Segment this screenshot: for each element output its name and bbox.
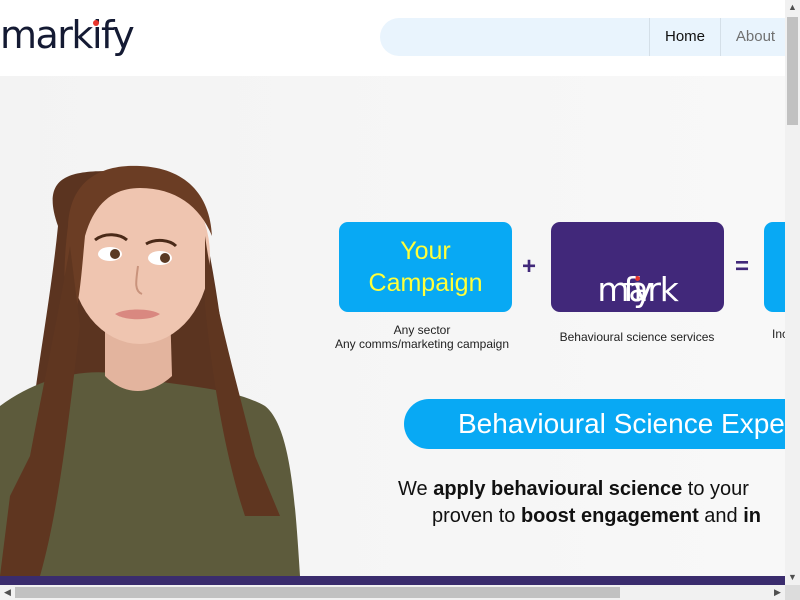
site-header: markify Home About [0, 0, 785, 76]
tagline-line1: We apply behavioural science to your [398, 478, 749, 500]
behavioural-science-pill: Behavioural Science Expe [404, 399, 785, 449]
nav-about-link[interactable]: About [720, 18, 785, 56]
markify-caption: Behavioural science services [559, 330, 715, 344]
result-box [764, 222, 785, 312]
pill-text: Behavioural Science Expe [458, 408, 785, 439]
vertical-scrollbar-thumb[interactable] [787, 17, 798, 125]
hero-bottom-bar [0, 576, 785, 585]
markify-box: mark i fy [551, 222, 724, 312]
scrollbar-corner [785, 585, 800, 600]
nav-home-link[interactable]: Home [649, 18, 720, 56]
campaign-caption-line2: Any comms/marketing campaign [334, 337, 510, 351]
horizontal-scrollbar[interactable] [0, 585, 785, 600]
tagline-line2: proven to boost engagement and in [432, 505, 762, 527]
scroll-right-arrow-icon[interactable]: ▶ [770, 585, 785, 600]
your-campaign-box: Your Campaign [339, 222, 512, 312]
campaign-caption: Any sector Any comms/marketing campaign [322, 323, 522, 351]
campaign-box-line1: Your [400, 237, 451, 265]
scroll-left-arrow-icon[interactable]: ◀ [0, 585, 15, 600]
campaign-box-line2: Campaign [368, 269, 483, 297]
scroll-down-arrow-icon[interactable]: ▼ [785, 570, 800, 585]
hero-person-image [0, 165, 300, 576]
horizontal-scrollbar-thumb[interactable] [15, 587, 620, 598]
markify-box-logo: mark i fy [597, 270, 678, 309]
equals-sign: = [735, 253, 750, 280]
markify-logo[interactable]: markify [0, 13, 135, 57]
main-nav: Home About [380, 18, 785, 56]
result-caption: Inc [772, 327, 785, 341]
vertical-scrollbar[interactable] [785, 0, 800, 585]
page-viewport: markify Home About Your Campaign + mark i… [0, 0, 785, 585]
plus-sign: + [522, 253, 537, 280]
campaign-caption-line1: Any sector [393, 323, 451, 337]
scroll-up-arrow-icon[interactable]: ▲ [785, 0, 800, 15]
